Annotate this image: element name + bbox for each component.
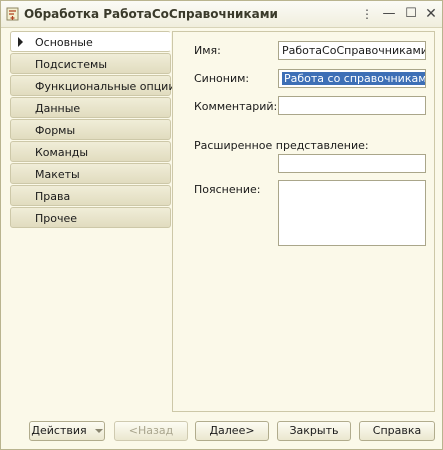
explanation-label: Пояснение:: [194, 183, 261, 196]
actions-button-label: Действия: [31, 424, 87, 437]
tab-other[interactable]: Прочее: [10, 207, 171, 228]
window-menu-icon[interactable]: ⋮: [358, 5, 376, 23]
extended-presentation-label: Расширенное представление:: [194, 139, 369, 152]
close-icon[interactable]: ✕: [422, 5, 440, 23]
tab-data[interactable]: Данные: [10, 97, 171, 118]
tab-label: Команды: [35, 146, 89, 159]
processing-icon: [6, 7, 19, 21]
tab-forms[interactable]: Формы: [10, 119, 171, 140]
explanation-textarea[interactable]: [278, 180, 426, 246]
current-tab-arrow-icon: [18, 37, 23, 47]
tab-commands[interactable]: Команды: [10, 141, 171, 162]
name-label: Имя:: [194, 44, 221, 57]
tab-label: Формы: [35, 124, 76, 137]
actions-dropdown-button[interactable]: Действия: [29, 421, 105, 441]
synonym-selected-text: Работа со справочниками: [282, 72, 425, 85]
window-title: Обработка РаботаСоСправочниками: [24, 7, 278, 21]
synonym-label: Синоним:: [194, 72, 250, 85]
tab-basic[interactable]: Основные: [10, 31, 171, 52]
tab-functional-options[interactable]: Функциональные опции: [10, 75, 175, 96]
tab-label: Прочее: [35, 212, 78, 225]
tab-label: Функциональные опции: [35, 80, 176, 93]
tab-list: Основные Подсистемы Функциональные опции…: [10, 31, 175, 229]
maximize-icon[interactable]: ☐: [402, 5, 420, 23]
extended-presentation-field[interactable]: [278, 154, 426, 173]
tab-label: Права: [35, 190, 71, 203]
next-button[interactable]: Далее>: [195, 421, 269, 441]
synonym-field[interactable]: Работа со справочниками: [278, 69, 426, 88]
back-button[interactable]: <Назад: [114, 421, 188, 441]
title-bar[interactable]: Обработка РаботаСоСправочниками ⋮ — ☐ ✕: [1, 1, 442, 28]
comment-field[interactable]: [278, 96, 426, 115]
tab-subsystems[interactable]: Подсистемы: [10, 53, 171, 74]
tab-label: Макеты: [35, 168, 80, 181]
tab-label: Основные: [35, 36, 93, 49]
button-bar: Действия <Назад Далее> Закрыть Справка: [1, 416, 442, 449]
tab-rights[interactable]: Права: [10, 185, 171, 206]
dropdown-arrow-icon: [94, 429, 103, 433]
tab-label: Подсистемы: [35, 58, 108, 71]
tab-templates[interactable]: Макеты: [10, 163, 171, 184]
name-field[interactable]: РаботаСоСправочниками: [278, 41, 426, 60]
help-button[interactable]: Справка: [359, 421, 435, 441]
close-button[interactable]: Закрыть: [277, 421, 351, 441]
tab-label: Данные: [35, 102, 81, 115]
basic-properties-panel: Имя: РаботаСоСправочниками Синоним: Рабо…: [172, 31, 435, 412]
minimize-icon[interactable]: —: [380, 5, 398, 23]
processing-window: Обработка РаботаСоСправочниками ⋮ — ☐ ✕ …: [0, 0, 443, 450]
comment-label: Комментарий:: [194, 100, 278, 113]
